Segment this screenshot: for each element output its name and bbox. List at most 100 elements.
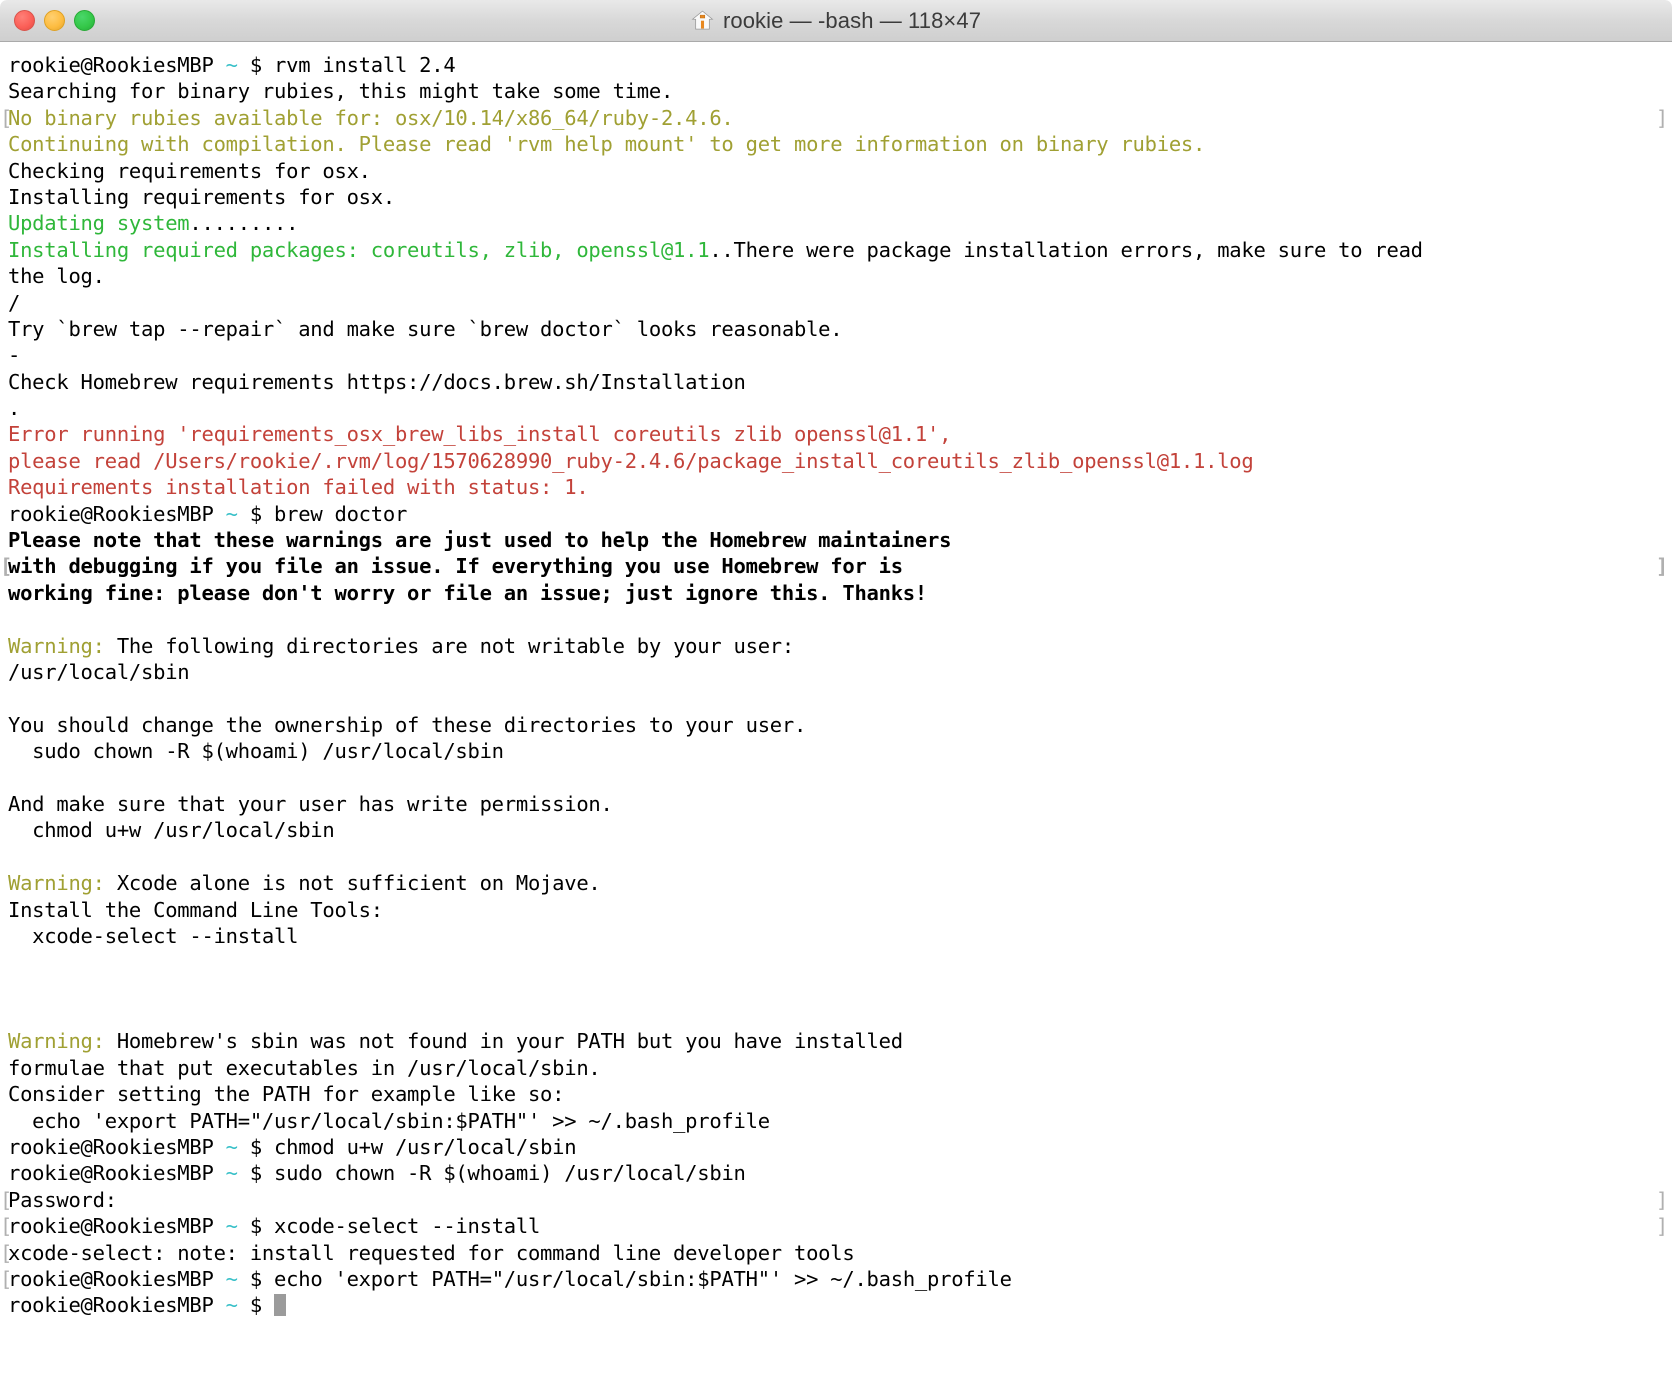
- terminal-line: Searching for binary rubies, this might …: [8, 78, 1672, 104]
- terminal-line: [Password:]: [0, 1187, 1672, 1213]
- terminal-screen[interactable]: rookie@RookiesMBP ~ $ rvm install 2.4 Sea…: [0, 42, 1672, 1374]
- terminal-text: -: [8, 343, 21, 368]
- terminal-line: Requirements installation failed with st…: [8, 474, 1672, 500]
- terminal-text: You should change the ownership of these…: [8, 712, 807, 737]
- terminal-line: Warning: The following directories are n…: [8, 633, 1672, 659]
- terminal-text: rookie@RookiesMBP: [8, 1293, 226, 1318]
- terminal-text: And make sure that your user has write p…: [8, 791, 613, 816]
- terminal-line: rookie@RookiesMBP ~ $ rvm install 2.4: [8, 52, 1672, 78]
- terminal-text: ..There were package installation errors…: [709, 237, 1423, 262]
- terminal-text: Please note that these warnings are just…: [8, 528, 952, 553]
- line-wrap-marker-left: [: [0, 554, 13, 579]
- terminal-text: rookie@RookiesMBP: [8, 1214, 226, 1239]
- terminal-window: rookie — -bash — 118×47 rookie@RookiesMB…: [0, 0, 1672, 1374]
- terminal-line: Try `brew tap --repair` and make sure `b…: [8, 316, 1672, 342]
- terminal-line: Check Homebrew requirements https://docs…: [8, 369, 1672, 395]
- terminal-line: rookie@RookiesMBP ~ $ sudo chown -R $(wh…: [8, 1160, 1672, 1186]
- terminal-text: Requirements installation failed with st…: [8, 475, 589, 500]
- terminal-text: The following directories are not writab…: [104, 633, 794, 658]
- terminal-text: ~: [225, 1293, 238, 1318]
- line-wrap-marker-left: [: [0, 1266, 13, 1291]
- window-controls: [0, 10, 95, 31]
- terminal-text: Consider setting the PATH for example li…: [8, 1082, 565, 1107]
- line-wrap-marker-left: [: [0, 105, 13, 130]
- terminal-text: ~: [225, 1214, 238, 1239]
- terminal-line: You should change the ownership of these…: [8, 712, 1672, 738]
- terminal-line: Warning: Homebrew's sbin was not found i…: [8, 1028, 1672, 1054]
- terminal-line: please read /Users/rookie/.rvm/log/15706…: [8, 448, 1672, 474]
- line-wrap-marker-left: [: [0, 1187, 13, 1212]
- terminal-line: echo 'export PATH="/usr/local/sbin:$PATH…: [8, 1108, 1672, 1134]
- terminal-line: Checking requirements for osx.: [8, 158, 1672, 184]
- terminal-text: $ brew doctor: [237, 501, 408, 526]
- terminal-text: xcode-select: note: install requested fo…: [8, 1240, 855, 1265]
- terminal-line: Updating system.........: [8, 210, 1672, 236]
- terminal-text: ~: [225, 53, 238, 77]
- terminal-line: [No binary rubies available for: osx/10.…: [0, 105, 1672, 131]
- terminal-text: sudo chown -R $(whoami) /usr/local/sbin: [8, 739, 504, 764]
- terminal-line: /: [8, 290, 1672, 316]
- terminal-text: $ chmod u+w /usr/local/sbin: [237, 1135, 577, 1160]
- terminal-text: $ rvm install 2.4: [237, 53, 456, 77]
- terminal-text: rookie@RookiesMBP: [8, 53, 226, 77]
- terminal-text: .: [8, 396, 21, 421]
- title-bar[interactable]: rookie — -bash — 118×47: [0, 0, 1672, 42]
- terminal-text: Warning:: [8, 871, 105, 896]
- terminal-line: Please note that these warnings are just…: [8, 527, 1672, 553]
- terminal-line: Consider setting the PATH for example li…: [8, 1081, 1672, 1107]
- title-center-group: rookie — -bash — 118×47: [0, 0, 1672, 41]
- terminal-text: Try `brew tap --repair` and make sure `b…: [8, 316, 843, 341]
- terminal-text: Xcode alone is not sufficient on Mojave.: [104, 871, 601, 896]
- terminal-line: [rookie@RookiesMBP ~ $ echo 'export PATH…: [0, 1266, 1672, 1292]
- terminal-line: [xcode-select: note: install requested f…: [0, 1240, 1672, 1266]
- terminal-text: $: [237, 1293, 275, 1318]
- terminal-line: rookie@RookiesMBP ~ $ brew doctor: [8, 501, 1672, 527]
- terminal-text: working fine: please don't worry or file…: [8, 580, 927, 605]
- terminal-text: Updating system: [8, 211, 190, 236]
- terminal-text: Check Homebrew requirements https://docs…: [8, 369, 746, 394]
- terminal-text: rookie@RookiesMBP: [8, 1161, 226, 1186]
- terminal-text: chmod u+w /usr/local/sbin: [8, 818, 335, 843]
- terminal-text: ~: [225, 1135, 238, 1160]
- terminal-text: .........: [189, 211, 299, 236]
- terminal-line: /usr/local/sbin: [8, 659, 1672, 685]
- terminal-text: Installing requirements for osx.: [8, 184, 395, 209]
- home-icon: [691, 9, 714, 32]
- terminal-line: [rookie@RookiesMBP ~ $ xcode-select --in…: [0, 1213, 1672, 1239]
- line-wrap-marker-right: ]: [1655, 554, 1668, 579]
- zoom-button[interactable]: [74, 10, 95, 31]
- terminal-line: the log.: [8, 263, 1672, 289]
- terminal-line: Installing requirements for osx.: [8, 184, 1672, 210]
- line-wrap-marker-left: [: [0, 1240, 13, 1265]
- terminal-text: the log.: [8, 264, 105, 289]
- terminal-text: Checking requirements for osx.: [8, 158, 371, 183]
- terminal-text: $ xcode-select --install: [237, 1214, 541, 1239]
- terminal-text: Installing required packages: coreutils,…: [8, 237, 710, 262]
- terminal-text: rookie@RookiesMBP: [8, 1266, 226, 1291]
- terminal-text: Searching for binary rubies, this might …: [8, 79, 674, 104]
- terminal-line: sudo chown -R $(whoami) /usr/local/sbin: [8, 738, 1672, 764]
- terminal-text: ~: [225, 501, 238, 526]
- terminal-text: No binary rubies available for: osx/10.1…: [8, 105, 734, 130]
- close-button[interactable]: [14, 10, 35, 31]
- terminal-text: /usr/local/sbin: [8, 659, 190, 684]
- terminal-text: Password:: [8, 1187, 117, 1212]
- minimize-button[interactable]: [44, 10, 65, 31]
- line-wrap-marker-right: ]: [1655, 1187, 1668, 1212]
- terminal-text: $ echo 'export PATH="/usr/local/sbin:$PA…: [237, 1266, 1012, 1291]
- text-cursor[interactable]: [274, 1294, 287, 1317]
- terminal-text: Continuing with compilation. Please read…: [8, 132, 1206, 157]
- terminal-text: ~: [225, 1161, 238, 1186]
- terminal-text: please read /Users/rookie/.rvm/log/15706…: [8, 448, 1254, 473]
- terminal-text: rookie@RookiesMBP: [8, 1135, 226, 1160]
- line-wrap-marker-left: [: [0, 1214, 13, 1239]
- terminal-line: formulae that put executables in /usr/lo…: [8, 1055, 1672, 1081]
- terminal-line: Warning: Xcode alone is not sufficient o…: [8, 870, 1672, 896]
